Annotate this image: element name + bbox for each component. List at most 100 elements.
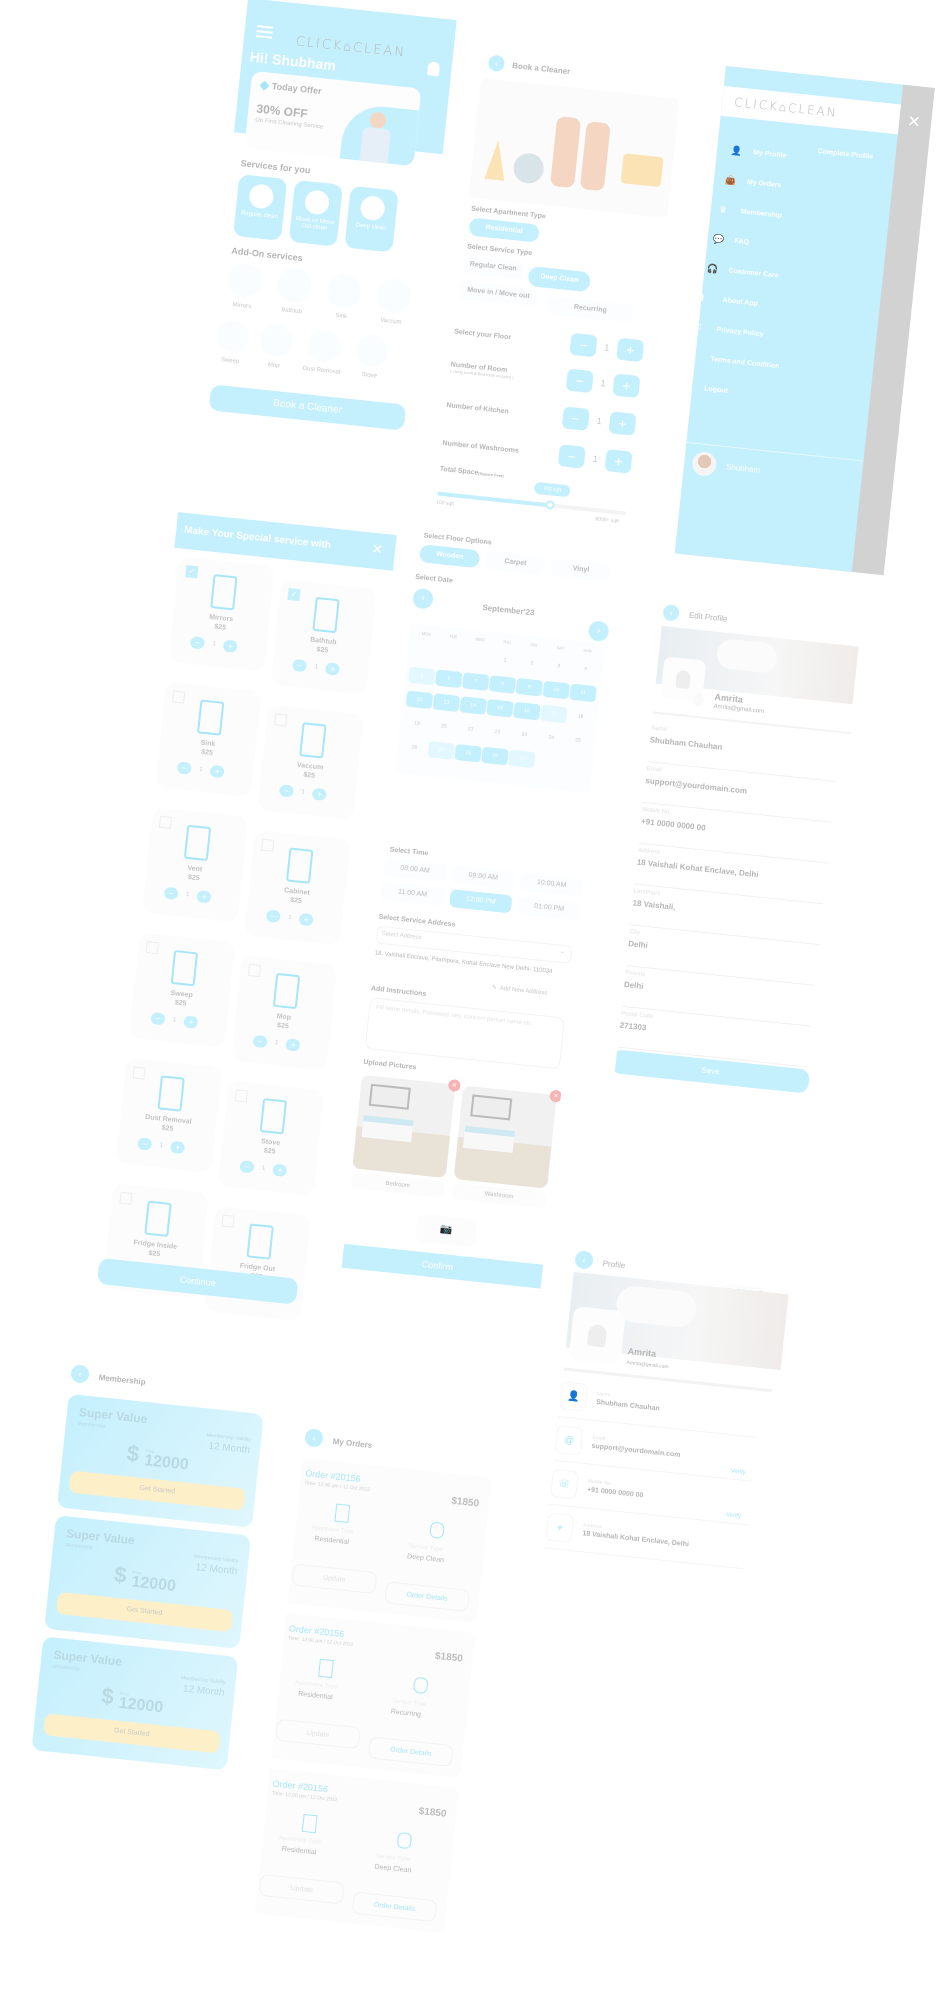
calendar-day[interactable]: 5 (408, 666, 436, 686)
special-item-card[interactable]: Sweep $25−1 + (128, 932, 236, 1048)
order-details-button[interactable]: Order Details (367, 1736, 454, 1768)
increment-button[interactable]: + (312, 787, 328, 802)
decrement-button[interactable]: − (150, 1011, 166, 1026)
back-button[interactable]: ‹ (70, 1364, 90, 1384)
checkbox[interactable]: ✓ (185, 565, 199, 579)
increment-button[interactable]: + (196, 890, 212, 904)
back-button[interactable]: ‹ (574, 1250, 594, 1270)
special-item-card[interactable]: ✓ Bathtub $25−1 + (270, 579, 378, 695)
addon-bathtub[interactable]: Bathtub (271, 266, 316, 316)
calendar-day[interactable]: 15 (486, 699, 514, 718)
special-item-card[interactable]: Dust Removal $25−1 + (115, 1057, 223, 1174)
picture-bedroom[interactable]: × Bedroom (350, 1074, 461, 1198)
service-deep-option[interactable]: Deep Clean (527, 265, 592, 293)
decrement-button[interactable]: − (163, 886, 179, 901)
prev-month-button[interactable]: ‹ (412, 587, 435, 610)
checkbox[interactable] (221, 1214, 235, 1228)
increment-button[interactable]: + (298, 912, 315, 927)
service-recurring-option[interactable]: Recurring (546, 296, 634, 323)
calendar-day[interactable]: 26 (401, 738, 429, 757)
decrement-button[interactable]: − (176, 761, 192, 775)
special-item-card[interactable]: Vaccum $25−1 + (257, 704, 364, 820)
special-item-card[interactable]: Stove $25−1 + (217, 1080, 325, 1196)
floor-carpet[interactable]: Carpet (484, 551, 547, 576)
checkbox[interactable] (234, 1089, 248, 1103)
calendar-day[interactable]: 20 (430, 717, 458, 736)
increment-button[interactable]: + (183, 1015, 199, 1029)
calendar-day[interactable]: 16 (513, 701, 541, 721)
calendar-day[interactable]: 8 (488, 675, 517, 694)
addon-vaccum[interactable]: Vaccum (371, 277, 416, 327)
calendar-day[interactable]: 12 (405, 690, 434, 710)
special-item-card[interactable]: Vent $25−1 + (141, 807, 249, 923)
special-item-card[interactable]: Cabinet $25−1 + (244, 829, 351, 946)
service-deep[interactable]: Deep clean (344, 185, 399, 253)
addon-sink[interactable]: Sink (321, 271, 366, 322)
checkbox[interactable] (172, 690, 186, 704)
decrement-button[interactable]: − (239, 1160, 255, 1174)
calendar-day[interactable]: 4 (572, 660, 600, 679)
time-slot[interactable]: 09:00 AM (451, 865, 516, 890)
calendar-day[interactable]: 25 (564, 731, 592, 750)
calendar-day[interactable]: 29 (481, 746, 509, 766)
confirm-button[interactable]: Confirm (327, 1242, 548, 1290)
calendar-day[interactable]: 3 (545, 657, 573, 676)
calendar-day[interactable]: 1 (491, 651, 519, 670)
addon-dust[interactable]: Dust Removal (299, 328, 347, 376)
checkbox[interactable] (132, 1066, 146, 1080)
service-move[interactable]: Move in/ Move Out clean (288, 179, 343, 247)
update-button[interactable]: Update (275, 1718, 362, 1750)
verify-link[interactable]: Verify (726, 1512, 742, 1520)
add-photo-button[interactable]: 📷 (414, 1213, 478, 1248)
addon-mirrors[interactable]: Mirrors (222, 261, 267, 311)
decrement-button[interactable]: − (565, 368, 594, 394)
calendar-day[interactable]: 21 (457, 720, 485, 739)
increment-button[interactable]: + (209, 764, 226, 779)
decrement-button[interactable]: − (278, 784, 295, 798)
increment-button[interactable]: + (325, 662, 341, 676)
decrement-button[interactable]: − (569, 332, 598, 358)
calendar-day[interactable]: 23 (511, 726, 539, 745)
service-move-option[interactable]: Move in / Move out (457, 280, 540, 307)
calendar-day[interactable]: 27 (427, 741, 456, 760)
camera-icon[interactable] (691, 693, 705, 707)
decrement-button[interactable]: − (189, 636, 206, 650)
calendar-day[interactable]: 7 (461, 672, 490, 691)
get-started-button[interactable]: Get Started (68, 1470, 246, 1511)
special-item-card[interactable]: Fridge Out$25−1+ (204, 1205, 312, 1322)
increment-button[interactable]: + (608, 411, 637, 436)
next-month-button[interactable]: › (587, 620, 610, 643)
calendar-day[interactable]: 9 (515, 677, 544, 697)
increment-button[interactable]: + (285, 1038, 301, 1052)
calendar-day[interactable]: 11 (569, 683, 597, 703)
picture-washroom[interactable]: × Washroom (451, 1085, 563, 1209)
special-item-card[interactable]: ✓ Mirrors $25−1 + (168, 556, 275, 672)
space-slider[interactable]: 700 sqft (436, 481, 627, 516)
bell-icon[interactable] (426, 61, 441, 77)
calendar-day[interactable]: 18 (567, 707, 595, 726)
instructions-input[interactable]: Fill home details, Password, key, concer… (364, 997, 566, 1070)
checkbox[interactable] (158, 815, 173, 829)
addon-mop[interactable]: Mop (255, 323, 295, 371)
time-slot[interactable]: 08:00 AM (382, 857, 448, 883)
checkbox[interactable] (247, 963, 262, 978)
order-details-button[interactable]: Order Details (384, 1581, 470, 1612)
book-cleaner-button[interactable]: Book a Cleaner (208, 384, 407, 431)
time-slot[interactable]: 12:00 PM (448, 888, 513, 914)
time-slot[interactable]: 11:00 AM (380, 881, 445, 907)
checkbox[interactable] (261, 838, 275, 852)
decrement-button[interactable]: − (137, 1137, 153, 1151)
verify-link[interactable]: Verify (730, 1468, 746, 1476)
checkbox[interactable] (145, 941, 159, 955)
increment-button[interactable]: + (604, 449, 633, 474)
checkbox[interactable]: ✓ (287, 587, 301, 602)
increment-button[interactable]: + (616, 337, 645, 363)
get-started-button[interactable]: Get Started (55, 1591, 234, 1633)
menu-icon[interactable] (255, 25, 274, 39)
checkbox[interactable] (274, 713, 288, 727)
back-button[interactable]: ‹ (304, 1428, 324, 1448)
back-button[interactable]: ‹ (487, 54, 506, 73)
close-icon[interactable]: ✕ (906, 111, 921, 132)
calendar-day[interactable]: 2 (518, 654, 546, 673)
slider-thumb[interactable] (545, 499, 556, 510)
